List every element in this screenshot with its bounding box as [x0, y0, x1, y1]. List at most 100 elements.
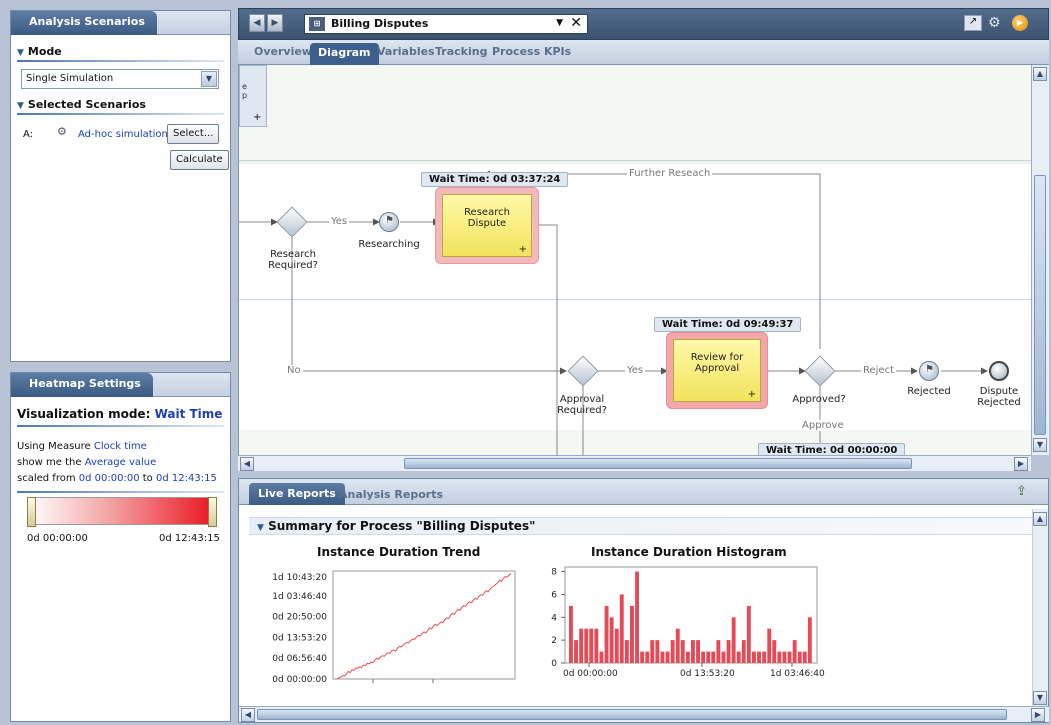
measure-row: Using Measure Clock time [17, 439, 217, 455]
tab-tracking[interactable]: Tracking [435, 45, 487, 58]
toolbar-icons: ↗ ⚙ ▶ [962, 13, 1032, 35]
vertical-scrollbar[interactable]: ▲ ▼ [1031, 65, 1049, 455]
gradient-max-handle[interactable] [208, 497, 217, 527]
y-tick-label: 0d 00:00:00 [272, 675, 327, 685]
calculate-button[interactable]: Calculate [170, 150, 229, 170]
summary-section-header[interactable]: ▼ Summary for Process "Billing Disputes" [249, 517, 1041, 535]
histogram-bar [802, 651, 807, 663]
review-for-approval-task[interactable]: Review for Approval + [673, 339, 761, 402]
scroll-up-arrow-icon[interactable]: ▲ [1033, 512, 1047, 526]
histogram-bar [660, 651, 665, 663]
scroll-left-arrow-icon[interactable]: ◀ [240, 457, 254, 471]
tab-live-reports[interactable]: Live Reports [249, 483, 345, 505]
histogram-bar [640, 651, 645, 663]
trend-chart: 0d 00:00:00 0d 06:56:40 0d 13:53:20 0d 20:5… [272, 570, 516, 685]
expand-plus-icon[interactable]: + [519, 244, 527, 255]
histogram-bar [650, 640, 655, 663]
histogram-bar [772, 640, 777, 663]
collapse-triangle-icon[interactable]: ▼ [17, 48, 24, 58]
mode-select-value: Single Simulation [26, 73, 114, 84]
mode-select[interactable]: Single Simulation ▼ [21, 69, 219, 89]
tab-analysis-reports[interactable]: Analysis Reports [339, 488, 443, 501]
measure-link[interactable]: Clock time [94, 441, 147, 452]
divider [17, 491, 224, 493]
scroll-thumb[interactable] [1034, 175, 1046, 435]
histogram-bar [645, 651, 650, 663]
scale-from-link[interactable]: 0d 00:00:00 [79, 473, 140, 484]
gear-icon[interactable]: ⚙ [988, 15, 1001, 31]
tab-process-kpis[interactable]: Process KPIs [492, 45, 571, 58]
visualization-mode-value[interactable]: Wait Time [155, 407, 223, 421]
chevron-down-icon[interactable]: ▼ [556, 18, 563, 28]
histogram-bar [777, 651, 782, 663]
heatmap-settings-panel: Heatmap Settings Visualization mode: Wai… [10, 372, 231, 722]
selected-scenarios-title[interactable]: ▼ Selected Scenarios [17, 98, 146, 111]
y-tick-label: 8 [551, 568, 557, 578]
tab-diagram[interactable]: Diagram [310, 43, 379, 65]
export-icon[interactable]: ⇪ [1016, 484, 1034, 500]
forward-arrow-icon[interactable]: ▶ [267, 14, 283, 32]
dispute-rejected-end-event[interactable] [989, 361, 1009, 381]
mode-section-title[interactable]: ▼ Mode [17, 45, 62, 58]
tab-analysis-scenarios[interactable]: Analysis Scenarios [11, 11, 157, 35]
tab-variables[interactable]: Variables [377, 45, 435, 58]
divider [17, 60, 224, 62]
select-button[interactable]: Select... [167, 124, 220, 144]
histogram-bar [624, 640, 629, 663]
scroll-left-arrow-icon[interactable]: ◀ [241, 708, 255, 722]
scroll-down-arrow-icon[interactable]: ▼ [1033, 438, 1047, 452]
approved-label: Approved? [792, 394, 846, 405]
histogram-bar [630, 605, 634, 663]
histogram-bar [762, 651, 767, 663]
expand-plus-icon[interactable]: + [748, 389, 756, 400]
histogram-bar [741, 640, 746, 663]
histogram-bar [797, 651, 802, 663]
back-arrow-icon[interactable]: ◀ [249, 14, 265, 32]
scroll-up-arrow-icon[interactable]: ▲ [1033, 67, 1047, 81]
x-tick-label: 1d 03:46:40 [770, 669, 825, 679]
divider [17, 425, 224, 427]
flow-label-yes: Yes [625, 365, 646, 376]
flow-label-approve: Approve [800, 420, 846, 431]
horizontal-scrollbar[interactable]: ◀ ▶ [238, 455, 1031, 471]
scenario-link[interactable]: Ad-hoc simulation [78, 129, 168, 140]
histogram-bar [665, 651, 670, 663]
histogram-bar [711, 651, 716, 663]
report-vertical-scrollbar[interactable]: ▲ ▼ [1032, 509, 1048, 719]
collapse-triangle-icon[interactable]: ▼ [257, 523, 264, 533]
flow-label-reject: Reject [861, 365, 897, 376]
chevron-down-icon[interactable]: ▼ [201, 71, 217, 87]
y-tick-label: 0d 20:50:00 [272, 613, 327, 623]
scroll-thumb[interactable] [404, 458, 912, 469]
histogram-bar [787, 651, 792, 663]
mode-label: Mode [27, 45, 62, 58]
report-horizontal-scrollbar[interactable]: ◀ ▶ [239, 706, 1049, 722]
scroll-down-arrow-icon[interactable]: ▼ [1033, 691, 1047, 705]
scroll-right-arrow-icon[interactable]: ▶ [1031, 708, 1045, 722]
scroll-thumb[interactable] [257, 709, 1007, 720]
diagram-canvas[interactable]: e p + Further Reseach Yes No Yes Reject … [238, 65, 1031, 455]
chart-icon[interactable]: ↗ [964, 15, 982, 31]
rejected-label: Rejected [907, 386, 951, 397]
researching-event[interactable]: ⚑ [379, 212, 399, 232]
play-icon[interactable]: ▶ [1012, 15, 1028, 31]
histogram-bar [726, 640, 731, 663]
researching-label: Researching [358, 239, 420, 250]
histogram-bar [675, 628, 680, 663]
research-required-label: Research Required? [268, 249, 318, 271]
summary-title: Summary for Process "Billing Disputes" [268, 519, 536, 533]
research-dispute-task[interactable]: Research Dispute + [442, 194, 532, 257]
aggregation-link[interactable]: Average value [85, 457, 157, 468]
visualization-mode-label: Visualization mode: [17, 407, 151, 421]
collapse-triangle-icon[interactable]: ▼ [17, 101, 24, 111]
gradient-min-handle[interactable] [27, 497, 36, 527]
histogram-bar [614, 628, 619, 663]
process-select[interactable]: ⊞ Billing Disputes ▼ ✕ [304, 14, 588, 34]
tab-overview[interactable]: Overview [254, 45, 312, 58]
rejected-event[interactable]: ⚑ [919, 361, 939, 381]
y-tick-label: 2 [551, 636, 557, 646]
tab-heatmap-settings[interactable]: Heatmap Settings [11, 373, 153, 397]
scale-to-link[interactable]: 0d 12:43:15 [156, 473, 217, 484]
scroll-right-arrow-icon[interactable]: ▶ [1014, 457, 1028, 471]
close-icon[interactable]: ✕ [570, 15, 582, 31]
